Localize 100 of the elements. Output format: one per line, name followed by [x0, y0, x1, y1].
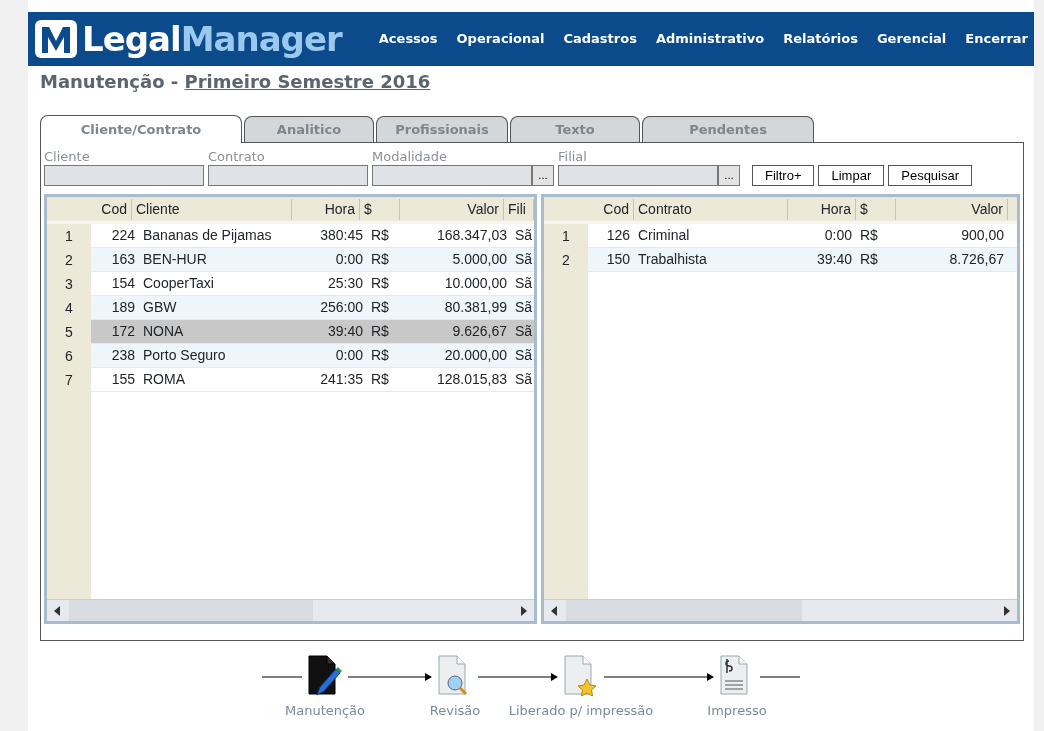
table-cell-text: R$ [859, 250, 879, 269]
row-number: 2 [544, 248, 588, 271]
table-cell-text: Sã [514, 250, 534, 269]
column-header: Contrato [634, 198, 788, 220]
lookup-button[interactable]: ... [532, 165, 554, 186]
table-cell-text: 241:35 [319, 370, 364, 389]
column-header: Hora [788, 198, 856, 220]
table-cell-text: 128.015,83 [435, 370, 508, 389]
field-label: Filial [558, 148, 588, 165]
table-cell-text: R$ [859, 226, 879, 245]
table-cell-text: Trabalhista [637, 250, 708, 269]
table-cell-text: 25:30 [326, 274, 364, 293]
row-number: 7 [47, 368, 91, 391]
stage-label: Revisão [429, 702, 481, 720]
table-cell-text: 172 [110, 322, 136, 341]
table-row[interactable]: 1 126 Criminal 0:00 R$ 900,00 [544, 224, 1017, 248]
table-cell-text: Sã [514, 370, 534, 389]
table-cell-text: 163 [110, 250, 136, 269]
table-cell-text: 80.381,99 [443, 298, 508, 317]
table-cell-text: Bananas de Pijamas [142, 226, 273, 245]
table-cell-text: Sã [514, 226, 534, 245]
stage-label: Impresso [707, 702, 767, 720]
table-cell-text: R$ [370, 226, 390, 245]
table-cell-text: 39:40 [326, 322, 364, 341]
table-cell-text: 224 [110, 226, 136, 245]
field-label: Cliente [44, 148, 91, 165]
logo-icon [34, 19, 78, 59]
table-cell-text: 155 [110, 370, 136, 389]
menu-link[interactable]: Relatórios [783, 29, 858, 49]
table-cell-text: 168.347,03 [435, 226, 508, 245]
column-header: Valor [896, 198, 1008, 220]
table-row[interactable]: 7 155 ROMA 241:35 R$ 128.015,83 Sã [47, 368, 534, 392]
table-row[interactable]: 4 189 GBW 256:00 R$ 80.381,99 Sã [47, 296, 534, 320]
input-field[interactable] [44, 165, 204, 186]
filter-button[interactable]: Pesquisar [888, 165, 973, 186]
column-header: Hora [292, 198, 360, 220]
table-cell-text: 900,00 [960, 226, 1005, 245]
input-field[interactable] [558, 165, 718, 186]
menu-link[interactable]: Administrativo [655, 29, 765, 49]
table-cell-text: R$ [370, 322, 390, 341]
table-cell-text: R$ [370, 370, 390, 389]
table-cell-text: CooperTaxi [142, 274, 215, 293]
table-cell-text: 8.726,67 [948, 250, 1005, 269]
menu-link[interactable]: Encerrar [965, 29, 1028, 49]
column-header: Valor [400, 198, 504, 220]
menu-link[interactable]: Operacional [456, 29, 545, 49]
column-header: Cod [84, 198, 132, 220]
table-cell-text: 5.000,00 [451, 250, 508, 269]
table-cell-text: Sã [514, 346, 534, 365]
table-cell-text: 20.000,00 [443, 346, 508, 365]
row-number: 1 [544, 224, 588, 247]
table-cell-text: 0:00 [334, 250, 364, 269]
column-header: Cliente [132, 198, 292, 220]
tab[interactable]: Cliente/Contrato [40, 115, 242, 143]
table-cell-text: R$ [370, 274, 390, 293]
table-cell-text: 380:45 [319, 226, 364, 245]
menu-link[interactable]: Gerencial [876, 29, 947, 49]
logo-text: LegalManager [82, 22, 342, 56]
row-number: 3 [47, 272, 91, 295]
table-cell-text: Criminal [637, 226, 691, 245]
table-row[interactable]: 5 172 NONA 39:40 R$ 9.626,67 Sã [47, 320, 534, 344]
row-number: 1 [47, 224, 91, 247]
table-cell-text: 189 [110, 298, 136, 317]
table-cell-text: R$ [370, 250, 390, 269]
menu-link[interactable]: Cadastros [563, 29, 637, 49]
lookup-button[interactable]: ... [718, 165, 740, 186]
table-row[interactable]: 3 154 CooperTaxi 25:30 R$ 10.000,00 Sã [47, 272, 534, 296]
table-cell-text: Sã [514, 274, 534, 293]
field-label: Modalidade [372, 148, 449, 165]
table-cell-text: Porto Seguro [142, 346, 227, 365]
input-field[interactable] [208, 165, 368, 186]
title-link[interactable]: Primeiro Semestre 2016 [184, 71, 431, 92]
column-header: Cod [588, 198, 634, 220]
table-cell-text: 154 [110, 274, 136, 293]
scroll-thumb[interactable] [566, 600, 802, 621]
table-cell-text: R$ [370, 346, 390, 365]
filter-button[interactable]: Limpar [818, 165, 885, 186]
connector-line [262, 673, 302, 681]
input-field[interactable] [372, 165, 532, 186]
table-cell-text: Sã [514, 298, 534, 317]
table-row[interactable]: 1 224 Bananas de Pijamas 380:45 R$ 168.347,03 Sã [47, 224, 534, 248]
table-row[interactable]: 2 150 Trabalhista 39:40 R$ 8.726,67 [544, 248, 1017, 272]
table-cell-text: 126 [605, 226, 631, 245]
filter-button[interactable]: Filtro+ [752, 165, 815, 186]
table-cell-text: ROMA [142, 370, 186, 389]
field-label: Contrato [208, 148, 266, 165]
table-cell-text: 10.000,00 [443, 274, 508, 293]
table-cell-text: 39:40 [815, 250, 853, 269]
menu-link[interactable]: Acessos [378, 29, 438, 49]
table-row[interactable]: 6 238 Porto Seguro 0:00 R$ 20.000,00 Sã [47, 344, 534, 368]
table-cell-text: 256:00 [319, 298, 364, 317]
column-header: Fili [504, 198, 534, 220]
connector-line [760, 673, 800, 681]
table-cell-text: GBW [142, 298, 178, 317]
row-number: 2 [47, 248, 91, 271]
table-cell-text: 0:00 [823, 226, 853, 245]
table-row[interactable]: 2 163 BEN-HUR 0:00 R$ 5.000,00 Sã [47, 248, 534, 272]
page-title: Manutenção - Primeiro Semestre 2016 [39, 70, 432, 94]
scroll-thumb[interactable] [69, 600, 313, 621]
row-number: 6 [47, 344, 91, 367]
